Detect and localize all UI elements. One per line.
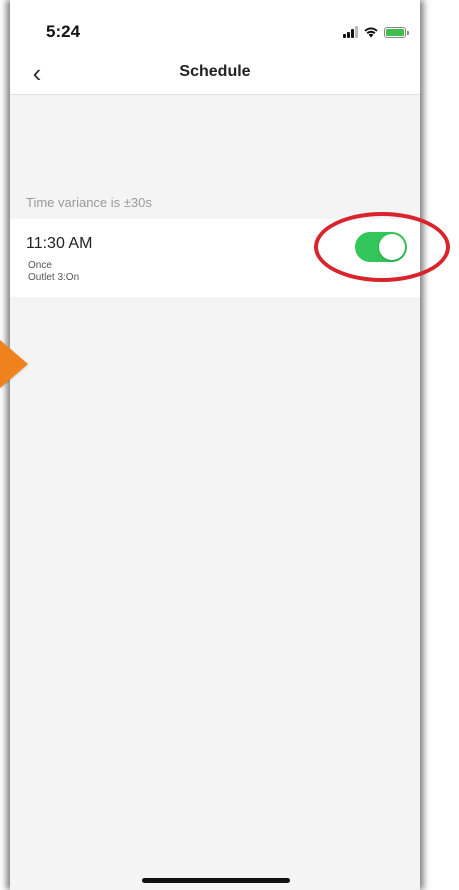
- nav-bar: ‹ Schedule: [10, 50, 420, 95]
- battery-fill: [386, 29, 404, 36]
- status-icons: [343, 24, 409, 38]
- status-time: 5:24: [46, 22, 81, 41]
- home-indicator: [142, 878, 290, 883]
- phone-screen: 5:24 ‹ Schedule Time variance is ±30s 11…: [10, 0, 420, 890]
- schedule-action: Outlet 3:On: [28, 272, 80, 283]
- status-bar: 5:24: [10, 0, 420, 50]
- schedule-repeat: Once: [28, 260, 52, 271]
- highlight-ellipse: [314, 212, 450, 282]
- pointer-arrow-icon: [0, 340, 28, 388]
- wifi-icon: [364, 27, 378, 38]
- signal-icon: [343, 26, 358, 38]
- battery-charging-icon: [384, 27, 409, 38]
- time-variance-note: Time variance is ±30s: [26, 195, 152, 210]
- schedule-time: 11:30 AM: [26, 235, 93, 252]
- page-title: Schedule: [179, 63, 251, 80]
